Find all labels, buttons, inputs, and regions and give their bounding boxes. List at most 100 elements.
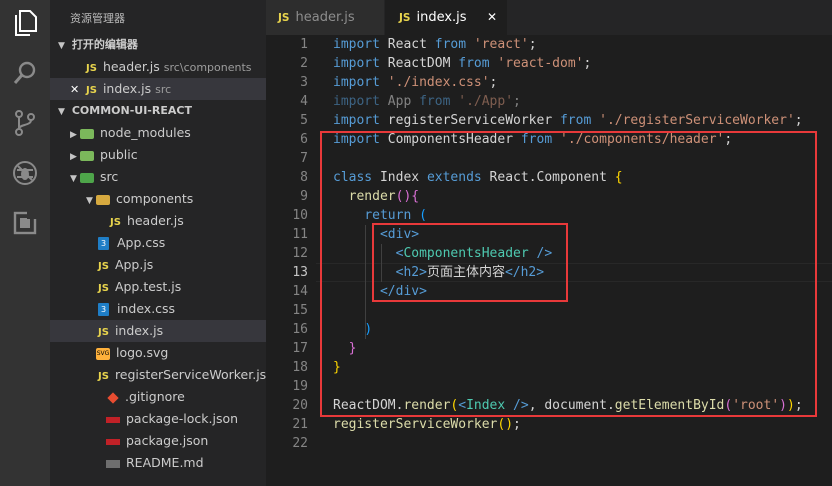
tree-item-package-json[interactable]: package.json <box>50 430 266 452</box>
tree-item-app-js[interactable]: JS App.js <box>50 254 266 276</box>
tree-item-public[interactable]: ▶ public <box>50 144 266 166</box>
code-token: from <box>559 113 592 128</box>
code-token: 'root' <box>732 398 780 413</box>
code-token: /> <box>505 398 529 413</box>
open-editor-filename: header.js <box>102 59 160 74</box>
tree-item-node-modules[interactable]: ▶ node_modules <box>50 122 266 144</box>
folder-open-icon <box>96 194 110 205</box>
code-line[interactable]: import React from 'react'; <box>333 35 537 54</box>
tree-item-label: index.css <box>117 301 176 316</box>
tree-item-app-css[interactable]: 3 App.css <box>50 232 266 254</box>
code-token: import <box>333 56 380 71</box>
code-line[interactable]: <ComponentsHeader /> <box>333 244 553 263</box>
code-line[interactable]: import ReactDOM from 'react-dom'; <box>333 54 591 73</box>
tree-item-header-js[interactable]: JS header.js <box>50 210 266 232</box>
code-line[interactable]: import ComponentsHeader from './componen… <box>333 130 732 149</box>
tree-item-index-js[interactable]: JS index.js <box>50 320 266 342</box>
tree-item-components[interactable]: ▼ components <box>50 188 266 210</box>
line-number: 8 <box>300 170 308 185</box>
code-token: class <box>333 170 373 185</box>
code-token: from <box>458 56 490 71</box>
tree-item-package-lock[interactable]: package-lock.json <box>50 408 266 430</box>
js-file-icon: JS <box>86 63 97 74</box>
close-icon[interactable]: ✕ <box>70 79 82 101</box>
tree-item-register-service-worker[interactable]: JS registerServiceWorker.js <box>50 364 266 386</box>
debug-icon[interactable] <box>10 158 40 188</box>
code-line[interactable]: return ( <box>333 206 427 225</box>
code-token: 'react-dom' <box>489 56 584 71</box>
project-header[interactable]: ▼ COMMON-UI-REACT <box>50 100 266 122</box>
code-line[interactable]: <h2>页面主体内容</h2> <box>333 263 544 282</box>
tree-item-label: package-lock.json <box>126 411 239 426</box>
code-line[interactable]: </div> <box>333 282 427 301</box>
tab-index-js[interactable]: JS index.js ✕ <box>385 0 507 35</box>
code-line[interactable]: <div> <box>333 225 419 244</box>
folder-open-icon <box>80 172 94 183</box>
line-number: 21 <box>292 417 308 432</box>
markdown-icon <box>106 459 120 468</box>
code-token: ; <box>794 113 803 128</box>
code-token: 页面主体内容 <box>426 265 505 280</box>
code-line[interactable]: } <box>333 358 341 377</box>
code-token: </h2> <box>504 265 545 280</box>
open-editor-header-js[interactable]: JS header.js src\components <box>50 56 266 78</box>
folder-icon <box>80 150 94 161</box>
search-icon[interactable] <box>10 58 40 88</box>
tree-item-src[interactable]: ▼ src <box>50 166 266 188</box>
line-number: 14 <box>292 284 308 299</box>
chevron-right-icon: ▶ <box>70 152 77 162</box>
open-editor-index-js[interactable]: ✕ JS index.js src <box>50 78 266 100</box>
code-line[interactable]: class Index extends React.Component { <box>333 168 623 187</box>
line-number: 20 <box>292 398 308 413</box>
css-file-icon: 3 <box>98 303 109 316</box>
code-token: } <box>333 360 341 375</box>
code-token: ; <box>794 398 803 413</box>
tree-item-gitignore[interactable]: .gitignore <box>50 386 266 408</box>
tree-item-index-css[interactable]: 3 index.css <box>50 298 266 320</box>
code-token: './components/header' <box>552 132 725 147</box>
explorer-icon[interactable] <box>10 8 40 38</box>
code-token: ; <box>513 94 521 109</box>
tab-header-js[interactable]: JS header.js <box>266 0 384 35</box>
line-number: 4 <box>300 94 308 109</box>
code-line[interactable]: ReactDOM.render(<Index />, document.getE… <box>333 396 803 415</box>
code-line[interactable]: render(){ <box>333 187 419 206</box>
tab-label: index.js <box>416 10 467 25</box>
code-token: ComponentsHeader <box>403 246 529 261</box>
tree-item-label: src <box>100 169 119 184</box>
activity-bar <box>0 0 50 486</box>
code-token: from <box>434 37 467 52</box>
js-file-icon: JS <box>98 371 109 382</box>
tree-item-label: components <box>116 191 194 206</box>
tree-item-app-test-js[interactable]: JS App.test.js <box>50 276 266 298</box>
code-line[interactable]: import './index.css'; <box>333 73 497 92</box>
css-file-icon: 3 <box>98 237 109 250</box>
chevron-right-icon: ▶ <box>70 130 77 140</box>
code-line[interactable]: import App from './App'; <box>333 92 521 111</box>
code-token: () <box>497 417 514 432</box>
open-editors-header[interactable]: ▼ 打开的编辑器 <box>50 34 266 56</box>
code-token: ( <box>411 208 427 223</box>
code-line[interactable]: import registerServiceWorker from './reg… <box>333 111 803 130</box>
code-token: <div> <box>379 227 420 242</box>
tree-item-readme[interactable]: README.md <box>50 452 266 474</box>
code-token: return <box>364 208 412 223</box>
line-number: 17 <box>292 341 308 356</box>
code-line[interactable]: } <box>333 339 357 358</box>
extensions-icon[interactable] <box>10 208 40 238</box>
code-line[interactable]: ) <box>333 320 372 339</box>
code-token: './registerServiceWorker' <box>591 113 795 128</box>
code-editor[interactable]: 1 2 3 4 5 6 7 8 9 10 11 12 13 14 15 16 17 18 19 20 21 22 impo… <box>266 35 832 486</box>
code-token: React.Component <box>481 170 615 185</box>
close-icon[interactable]: ✕ <box>487 0 497 35</box>
tree-item-logo-svg[interactable]: SVG logo.svg <box>50 342 266 364</box>
source-control-icon[interactable] <box>10 108 40 138</box>
code-token: import <box>333 132 380 147</box>
line-number: 1 <box>300 37 308 52</box>
code-line[interactable]: registerServiceWorker(); <box>333 415 521 434</box>
